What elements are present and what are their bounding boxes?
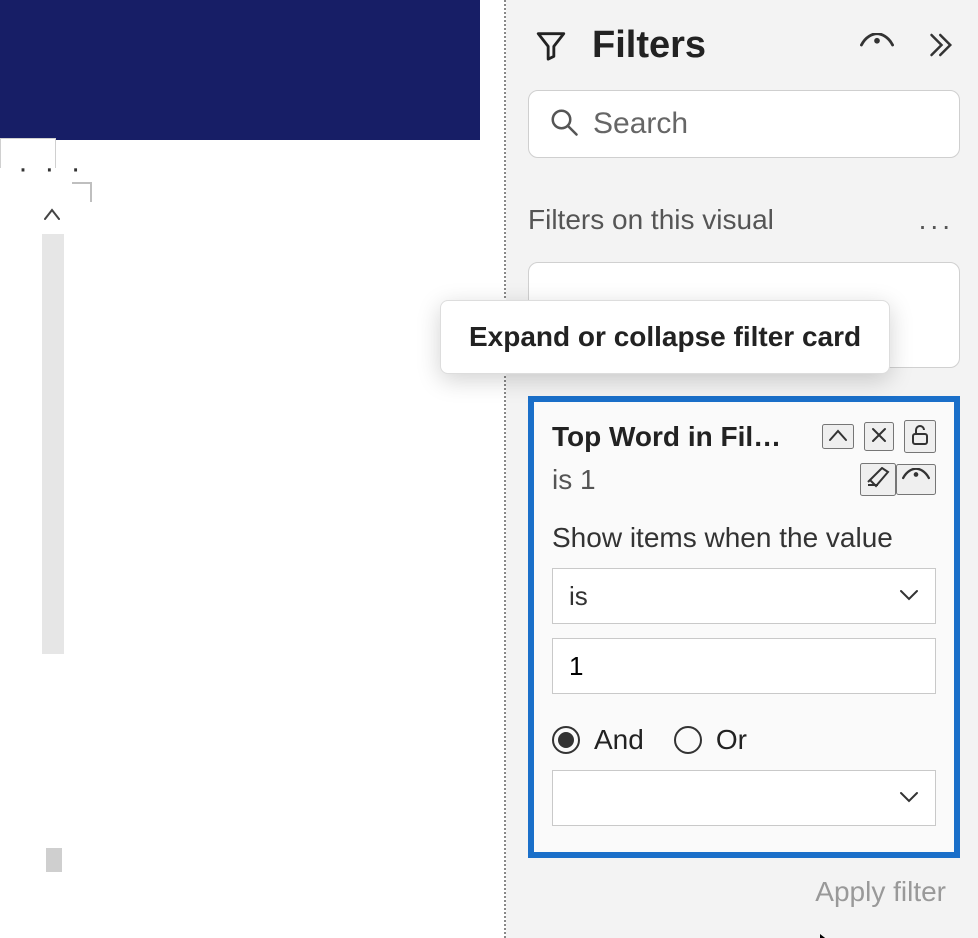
mouse-cursor-icon <box>818 932 842 938</box>
filter-card-title: Top Word in Film ... <box>552 421 802 453</box>
filters-on-visual-section: Filters on this visual ... <box>528 198 960 242</box>
filter-search-input[interactable] <box>593 107 939 141</box>
filter-value-input[interactable] <box>569 651 919 682</box>
filters-panel: Filters Filters on this visual ... Expan… <box>506 0 978 938</box>
or-radio-label: Or <box>716 724 747 756</box>
operator-select[interactable]: is <box>552 568 936 624</box>
visual-options-ellipsis[interactable]: · · · <box>18 152 85 186</box>
section-options-ellipsis[interactable]: ... <box>913 198 960 242</box>
visual-header-band <box>0 0 480 140</box>
report-canvas: · · · <box>0 0 506 938</box>
chevron-down-icon <box>899 581 919 612</box>
funnel-icon <box>528 22 574 68</box>
expand-collapse-tooltip: Expand or collapse filter card <box>440 300 890 374</box>
active-filter-card: Top Word in Film ... is 1 <box>528 396 960 858</box>
remove-filter-icon[interactable] <box>864 422 894 451</box>
and-radio[interactable] <box>552 726 580 754</box>
toggle-visibility-icon[interactable] <box>854 27 900 63</box>
resize-handle-icon[interactable] <box>72 182 92 202</box>
scrollbar-thumb[interactable] <box>46 848 62 872</box>
collapse-panel-icon[interactable] <box>918 24 960 66</box>
or-radio[interactable] <box>674 726 702 754</box>
lock-filter-icon[interactable] <box>904 420 936 453</box>
second-operator-select[interactable] <box>552 770 936 826</box>
filter-value-field[interactable] <box>552 638 936 694</box>
apply-filter-button[interactable]: Apply filter <box>528 876 960 908</box>
filter-search-box[interactable] <box>528 90 960 158</box>
scroll-up-icon[interactable] <box>44 204 60 225</box>
filters-panel-title: Filters <box>592 24 706 67</box>
filters-on-visual-label: Filters on this visual <box>528 204 774 236</box>
clear-filter-icon[interactable] <box>860 463 896 496</box>
logic-radio-group: And Or <box>552 724 936 756</box>
filter-summary-text: is 1 <box>552 464 596 496</box>
filters-panel-header: Filters <box>528 0 960 90</box>
hide-filter-icon[interactable] <box>896 464 936 495</box>
search-icon <box>549 107 579 142</box>
scrollbar-track[interactable] <box>42 234 64 654</box>
operator-select-value: is <box>569 581 588 612</box>
visual-inner-pane <box>34 188 78 888</box>
filter-instruction-label: Show items when the value <box>552 522 936 554</box>
collapse-card-icon[interactable] <box>822 424 854 449</box>
and-radio-label: And <box>594 724 644 756</box>
chevron-down-icon <box>899 783 919 814</box>
